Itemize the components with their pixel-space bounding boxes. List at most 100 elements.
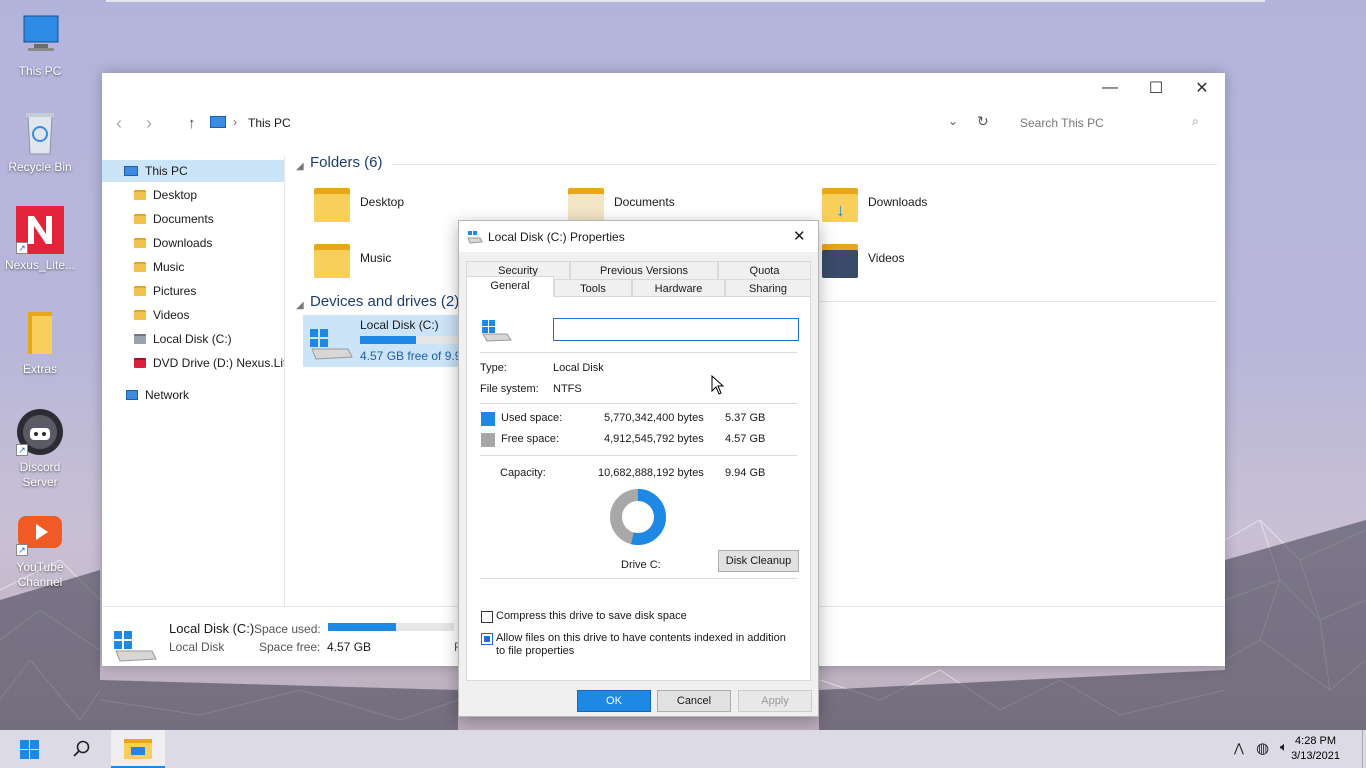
folder-tile-music[interactable]: Music (314, 233, 391, 283)
file-system-value: NTFS (553, 383, 582, 395)
sidebar-item-videos[interactable]: Videos (134, 304, 284, 326)
sidebar-item-desktop[interactable]: Desktop (134, 184, 284, 206)
desktop-icon-extras[interactable]: Extras (4, 310, 76, 377)
divider (480, 455, 797, 456)
clock-time: 4:28 PM (1295, 735, 1337, 747)
this-pc-icon (210, 116, 226, 128)
minimize-button[interactable]: — (1087, 73, 1133, 103)
capacity-gb: 9.94 GB (725, 467, 766, 479)
close-button[interactable]: ✕ (1179, 73, 1225, 103)
explorer-titlebar: — ☐ ✕ (102, 73, 1225, 105)
devices-group-title[interactable]: Devices and drives (2) (310, 293, 459, 310)
file-explorer-icon (124, 739, 152, 759)
music-folder-icon (314, 238, 350, 278)
desktop-icon-youtube[interactable]: ↗ YouTube Channel (4, 508, 76, 590)
folder-icon (134, 286, 146, 296)
desktop-icon-nexus[interactable]: ↗ Nexus_Lite... (4, 206, 76, 273)
volume-icon[interactable]: 🔈︎ (1280, 739, 1288, 755)
apply-button[interactable]: Apply (738, 690, 812, 712)
desktop-icon-label: Discord Server (19, 460, 61, 489)
desktop-icon-discord[interactable]: ↗ Discord Server (4, 408, 76, 490)
folders-group-title[interactable]: Folders (6) (310, 154, 383, 171)
space-used-label: Space used: (254, 622, 321, 636)
drive-icon (134, 334, 146, 344)
ok-button[interactable]: OK (577, 690, 651, 712)
tab-sharing[interactable]: Sharing (725, 279, 811, 297)
drive-free-text: 4.57 GB free of 9.94 (360, 349, 463, 363)
compress-checkbox[interactable] (481, 611, 493, 623)
up-arrow-icon[interactable]: ↑ (188, 115, 196, 132)
sidebar-item-music[interactable]: Music (134, 256, 284, 278)
tab-general[interactable]: General (466, 276, 554, 297)
start-windows-icon[interactable] (20, 740, 40, 760)
disk-cleanup-button[interactable]: Disk Cleanup (718, 550, 799, 572)
youtube-icon: ↗ (16, 508, 64, 556)
sidebar-item-local-disk[interactable]: Local Disk (C:) (134, 328, 284, 350)
tab-previous-versions[interactable]: Previous Versions (570, 261, 718, 279)
back-arrow-icon[interactable]: ‹ (116, 113, 122, 134)
folder-tile-desktop[interactable]: Desktop (314, 177, 404, 227)
taskbar-clock[interactable]: 4:28 PM 3/13/2021 (1291, 734, 1340, 764)
sidebar-item-documents[interactable]: Documents (134, 208, 284, 230)
tab-quota[interactable]: Quota (718, 261, 811, 279)
sidebar-item-this-pc[interactable]: This PC (102, 160, 284, 182)
sidebar-item-network[interactable]: Network (126, 384, 284, 406)
divider (480, 352, 797, 353)
tab-hardware[interactable]: Hardware (632, 279, 725, 297)
shortcut-arrow-icon: ↗ (16, 444, 28, 456)
drive-label: Drive C: (621, 559, 661, 571)
collapse-devices-icon[interactable]: ◢ (296, 300, 304, 311)
folder-tile-videos[interactable]: Videos (822, 233, 904, 283)
free-space-bytes: 4,912,545,792 bytes (604, 433, 704, 445)
taskbar: ⋀ ◍ 🔈︎ 4:28 PM 3/13/2021 (0, 730, 1366, 768)
show-desktop-button[interactable] (1362, 730, 1366, 768)
drive-windows-icon (482, 320, 512, 342)
documents-folder-icon (568, 182, 604, 222)
desktop-icon-label: YouTube Channel (16, 560, 64, 589)
drive-usage-fill (360, 336, 416, 344)
properties-dialog: Local Disk (C:) Properties ✕ Security Pr… (458, 220, 819, 717)
sidebar-item-dvd-drive[interactable]: DVD Drive (D:) Nexus.Lite (134, 352, 284, 374)
index-checkbox[interactable] (481, 633, 493, 645)
tab-tools[interactable]: Tools (554, 279, 632, 297)
breadcrumb-separator-icon: › (233, 115, 237, 129)
address-text[interactable]: This PC (248, 116, 291, 130)
details-drive-type: Local Disk (169, 640, 225, 654)
details-drive-name: Local Disk (C:) (169, 621, 255, 636)
drive-name-input[interactable] (553, 318, 799, 341)
desktop-icon-this-pc[interactable]: This PC (4, 12, 76, 79)
maximize-button[interactable]: ☐ (1133, 73, 1179, 103)
desktop-icon-label: Recycle Bin (8, 160, 72, 174)
drive-tile-local-disk[interactable]: Local Disk (C:) 4.57 GB free of 9.94 (303, 315, 463, 367)
folder-icon (134, 214, 146, 224)
drive-usage-bar (360, 336, 463, 344)
nexus-app-icon: ↗ (16, 206, 64, 254)
desktop-icon-recycle-bin[interactable]: Recycle Bin (4, 108, 76, 175)
forward-arrow-icon[interactable]: › (146, 113, 152, 134)
drive-windows-icon (310, 329, 353, 360)
space-free-label: Space free: (259, 640, 321, 654)
search-icon[interactable] (73, 740, 91, 758)
tray-overflow-icon[interactable]: ⋀ (1234, 741, 1244, 755)
desktop-icon-label: Nexus_Lite... (4, 258, 76, 272)
folder-tile-downloads[interactable]: ↓ Downloads (822, 177, 927, 227)
space-free-value: 4.57 GB (327, 640, 372, 654)
free-space-swatch (481, 433, 495, 447)
monitor-icon (16, 12, 64, 60)
used-space-bytes: 5,770,342,400 bytes (604, 412, 704, 424)
sidebar-item-downloads[interactable]: Downloads (134, 232, 284, 254)
drive-windows-icon (114, 631, 157, 662)
taskbar-file-explorer[interactable] (111, 730, 165, 768)
used-space-label: Used space: (501, 412, 563, 424)
refresh-icon[interactable]: ↻ (977, 113, 989, 130)
folder-icon (134, 262, 146, 272)
network-globe-icon[interactable]: ◍ (1256, 739, 1269, 757)
sidebar-item-pictures[interactable]: Pictures (134, 280, 284, 302)
dialog-close-button[interactable]: ✕ (793, 227, 806, 245)
capacity-bytes: 10,682,888,192 bytes (598, 467, 704, 479)
collapse-folders-icon[interactable]: ◢ (296, 161, 304, 172)
search-input[interactable]: Search This PC (1008, 111, 1218, 135)
cancel-button[interactable]: Cancel (657, 690, 731, 712)
recycle-bin-icon (16, 108, 64, 156)
address-dropdown-icon[interactable]: ⌄ (948, 114, 958, 128)
